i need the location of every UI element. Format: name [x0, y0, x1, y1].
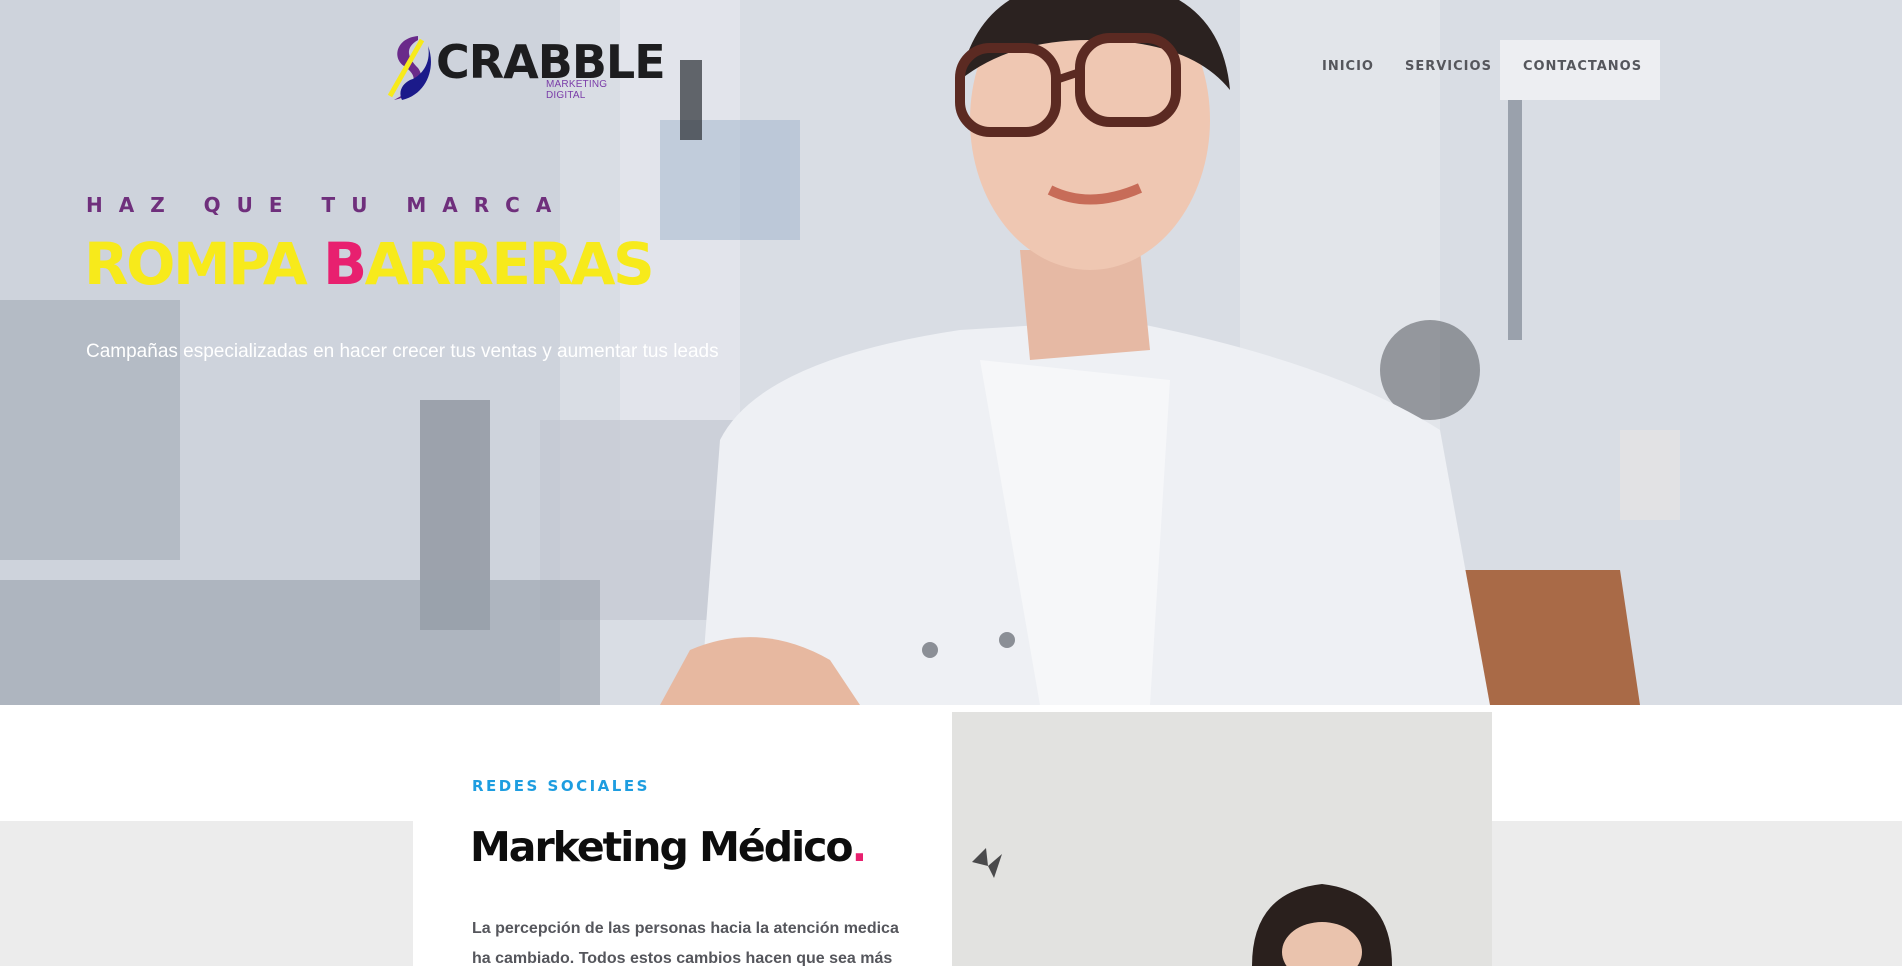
logo-subtitle: MARKETING DIGITAL	[546, 79, 608, 101]
section-body-text: La percepción de las personas hacia la a…	[472, 920, 899, 966]
headline-part2: ARRERAS	[364, 230, 655, 298]
nav-link-servicios[interactable]: SERVICIOS	[1405, 59, 1492, 74]
section-title: Marketing Médico.	[470, 821, 868, 873]
headline-part1: ROMPA	[84, 230, 323, 298]
nav-link-inicio[interactable]: INICIO	[1322, 59, 1374, 74]
main-nav: INICIO SERVICIOS CONTACTANOS	[1322, 59, 1642, 74]
hero-subtitle: Campañas especializadas en hacer crecer …	[86, 341, 719, 362]
hero-headline: ROMPA BARRERAS	[84, 226, 655, 302]
logo-s-icon	[388, 36, 431, 100]
hero-kicker: HAZ QUE TU MARCA	[86, 193, 568, 217]
hero-banner: CRABBLE MARKETING DIGITAL INICIO SERVICI…	[0, 0, 1902, 705]
headline-highlight: B	[322, 230, 367, 298]
section-photo-image	[952, 712, 1492, 966]
nav-link-contactanos[interactable]: CONTACTANOS	[1523, 59, 1642, 74]
section-photo	[952, 712, 1492, 966]
section-title-dot: .	[851, 823, 868, 871]
section-kicker: REDES SOCIALES	[472, 777, 650, 795]
section-title-text: Marketing Médico	[470, 823, 854, 871]
crabble-logo[interactable]: CRABBLE MARKETING DIGITAL	[388, 34, 666, 101]
